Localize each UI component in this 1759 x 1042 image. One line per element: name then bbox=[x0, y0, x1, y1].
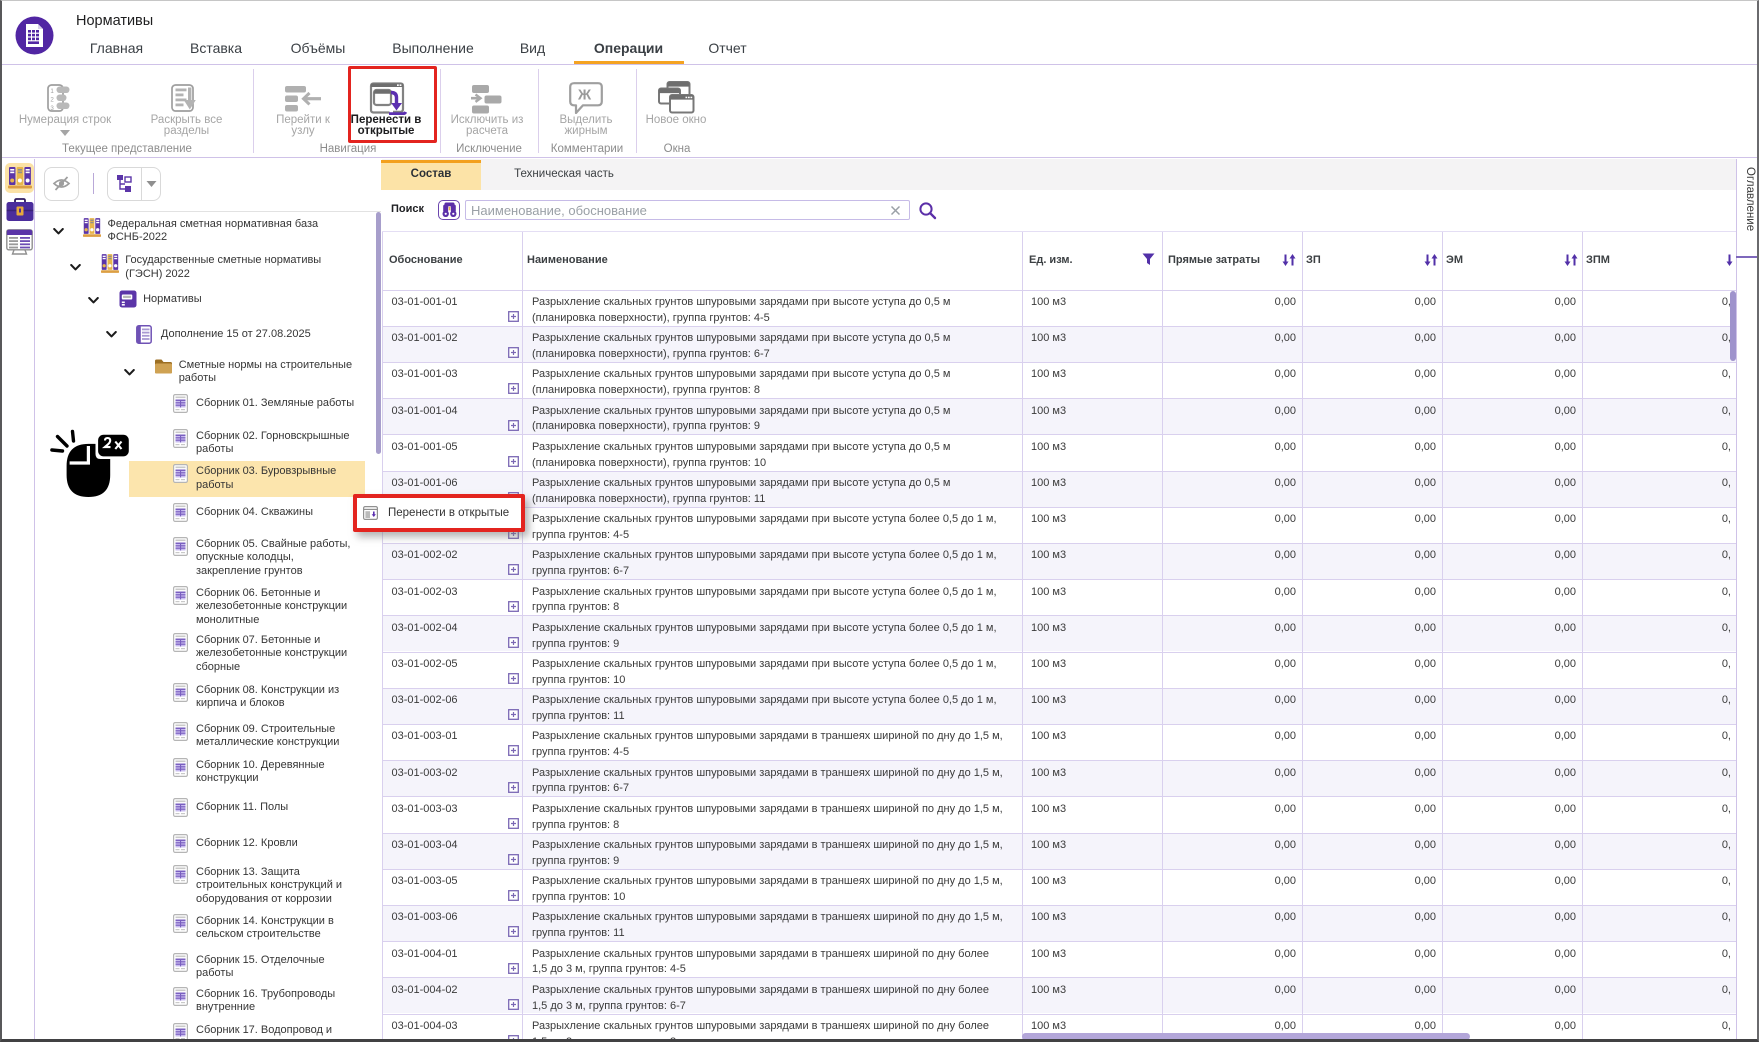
svg-text:1: 1 bbox=[50, 88, 54, 95]
svg-text:3: 3 bbox=[50, 105, 54, 112]
svg-text:Ж: Ж bbox=[577, 88, 592, 104]
svg-text:2: 2 bbox=[50, 97, 54, 104]
